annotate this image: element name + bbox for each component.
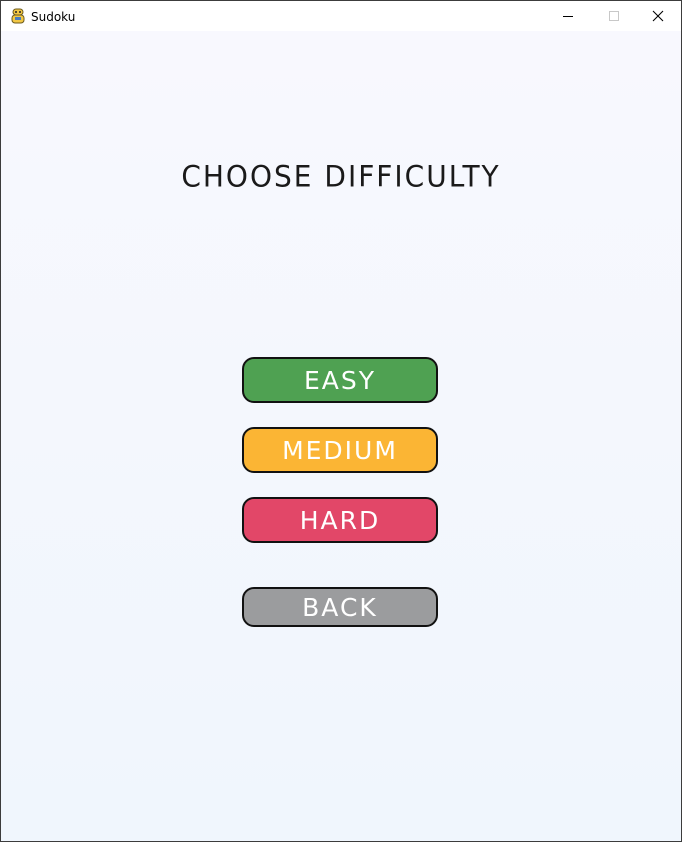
page-title: CHOOSE DIFFICULTY: [181, 159, 501, 194]
easy-button[interactable]: EASY: [242, 357, 438, 403]
maximize-button[interactable]: [591, 1, 637, 31]
python-snake-icon: [10, 8, 26, 24]
hard-button[interactable]: HARD: [242, 497, 438, 543]
medium-button[interactable]: MEDIUM: [242, 427, 438, 473]
difficulty-screen: CHOOSE DIFFICULTY EASY MEDIUM HARD BACK: [1, 31, 681, 841]
back-button[interactable]: BACK: [242, 587, 438, 627]
close-button[interactable]: [635, 1, 681, 31]
minimize-button[interactable]: [545, 1, 591, 31]
title-bar[interactable]: Sudoku: [1, 1, 681, 31]
app-window: Sudoku CHOOSE DIFFICULTY EASY MEDIUM HAR…: [0, 0, 682, 842]
window-title: Sudoku: [31, 10, 76, 24]
